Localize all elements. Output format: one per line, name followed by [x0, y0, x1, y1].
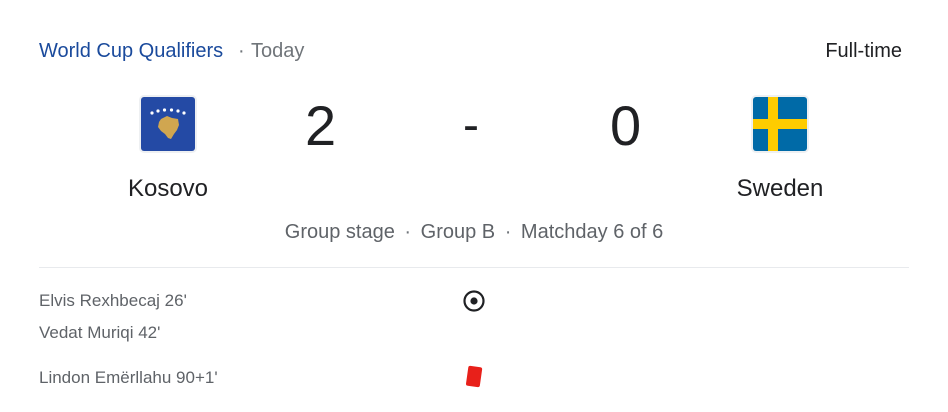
stage-group: Group B — [420, 221, 496, 243]
home-team[interactable]: Kosovo — [68, 95, 268, 203]
away-team-name: Sweden — [736, 175, 824, 202]
stage-separator: · — [504, 221, 512, 243]
event-red-card-player[interactable]: Lindon Emërllahu 90+1' — [39, 368, 218, 388]
divider — [39, 267, 909, 268]
stage-separator: · — [404, 221, 412, 243]
match-date: Today — [251, 40, 305, 62]
red-card-icon — [466, 365, 483, 388]
goal-icon — [463, 290, 485, 312]
stage-phase: Group stage — [284, 221, 395, 243]
score-dash: - — [463, 99, 479, 152]
sweden-flag-icon — [751, 95, 809, 153]
event-goal-scorer[interactable]: Elvis Rexhbecaj 26' — [39, 291, 187, 311]
match-header: World Cup Qualifiers · Today Full-time — [39, 40, 902, 66]
kosovo-flag-icon — [139, 95, 197, 153]
match-stage: Group stage · Group B · Matchday 6 of 6 — [0, 221, 948, 244]
event-goal-scorer[interactable]: Vedat Muriqi 42' — [39, 323, 160, 343]
away-score: 0 — [610, 94, 642, 157]
match-status: Full-time — [825, 40, 902, 62]
stage-matchday: Matchday 6 of 6 — [520, 221, 664, 243]
header-separator: · — [238, 40, 245, 62]
home-team-name: Kosovo — [127, 175, 209, 202]
home-score: 2 — [305, 94, 337, 157]
away-team[interactable]: Sweden — [680, 95, 880, 203]
competition-link[interactable]: World Cup Qualifiers — [39, 40, 223, 63]
